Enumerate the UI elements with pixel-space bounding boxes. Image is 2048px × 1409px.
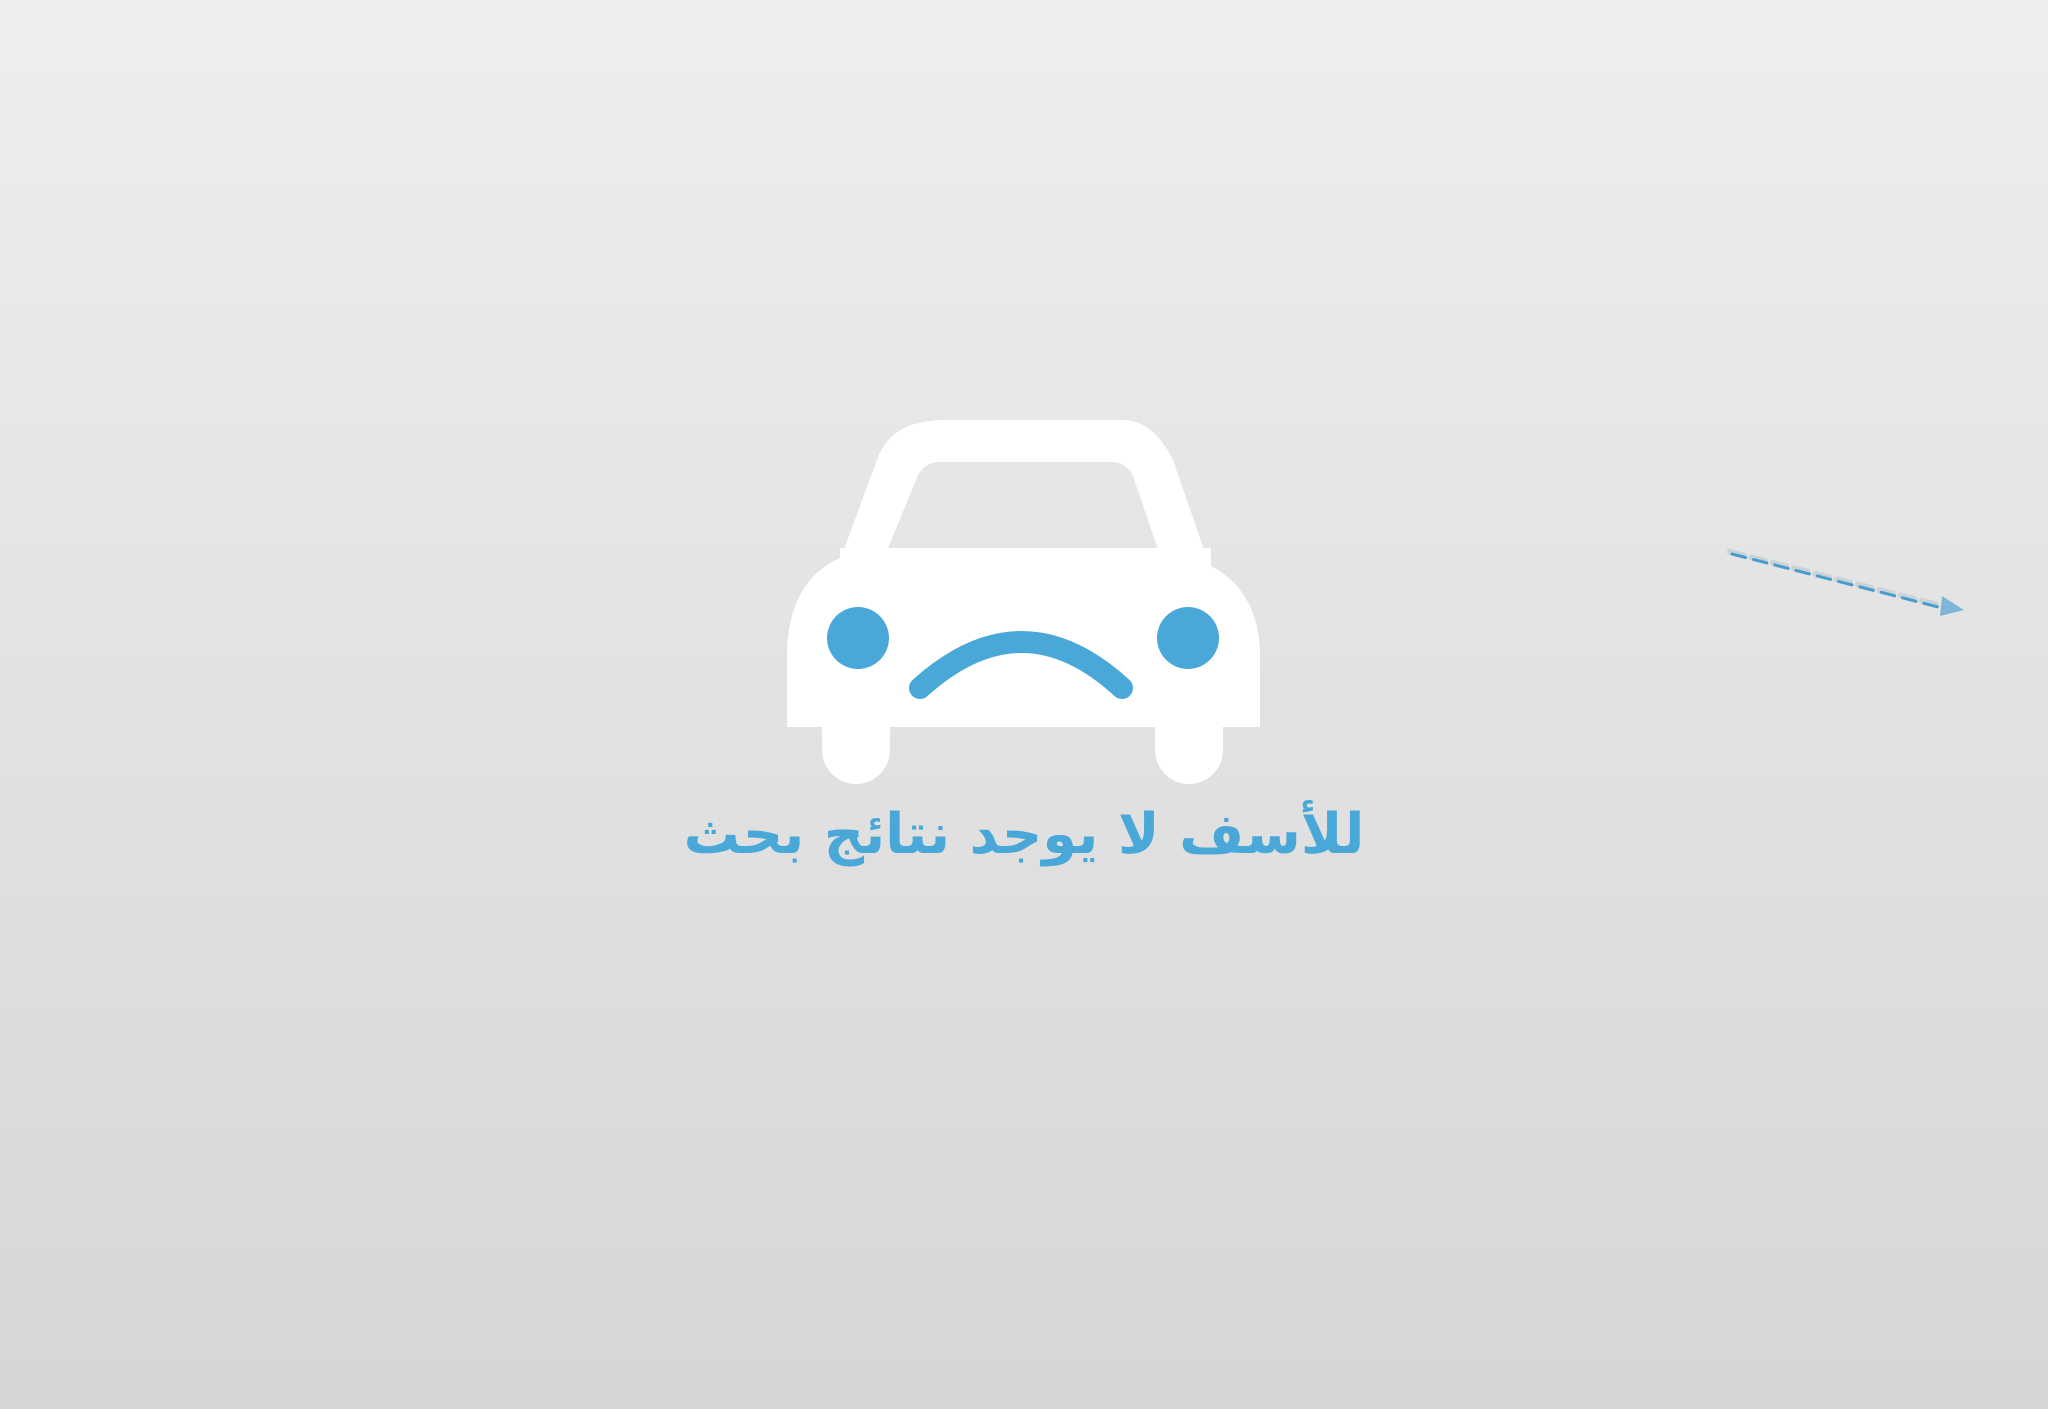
- car-eye-right: [1157, 607, 1219, 669]
- empty-state: للأسف لا يوجد نتائج بحث: [0, 0, 2048, 1409]
- dashed-arrow-icon: [1727, 549, 1964, 616]
- sad-car-icon: [787, 420, 1260, 784]
- car-eye-left: [827, 607, 889, 669]
- no-results-message: للأسف لا يوجد نتائج بحث: [683, 802, 1365, 867]
